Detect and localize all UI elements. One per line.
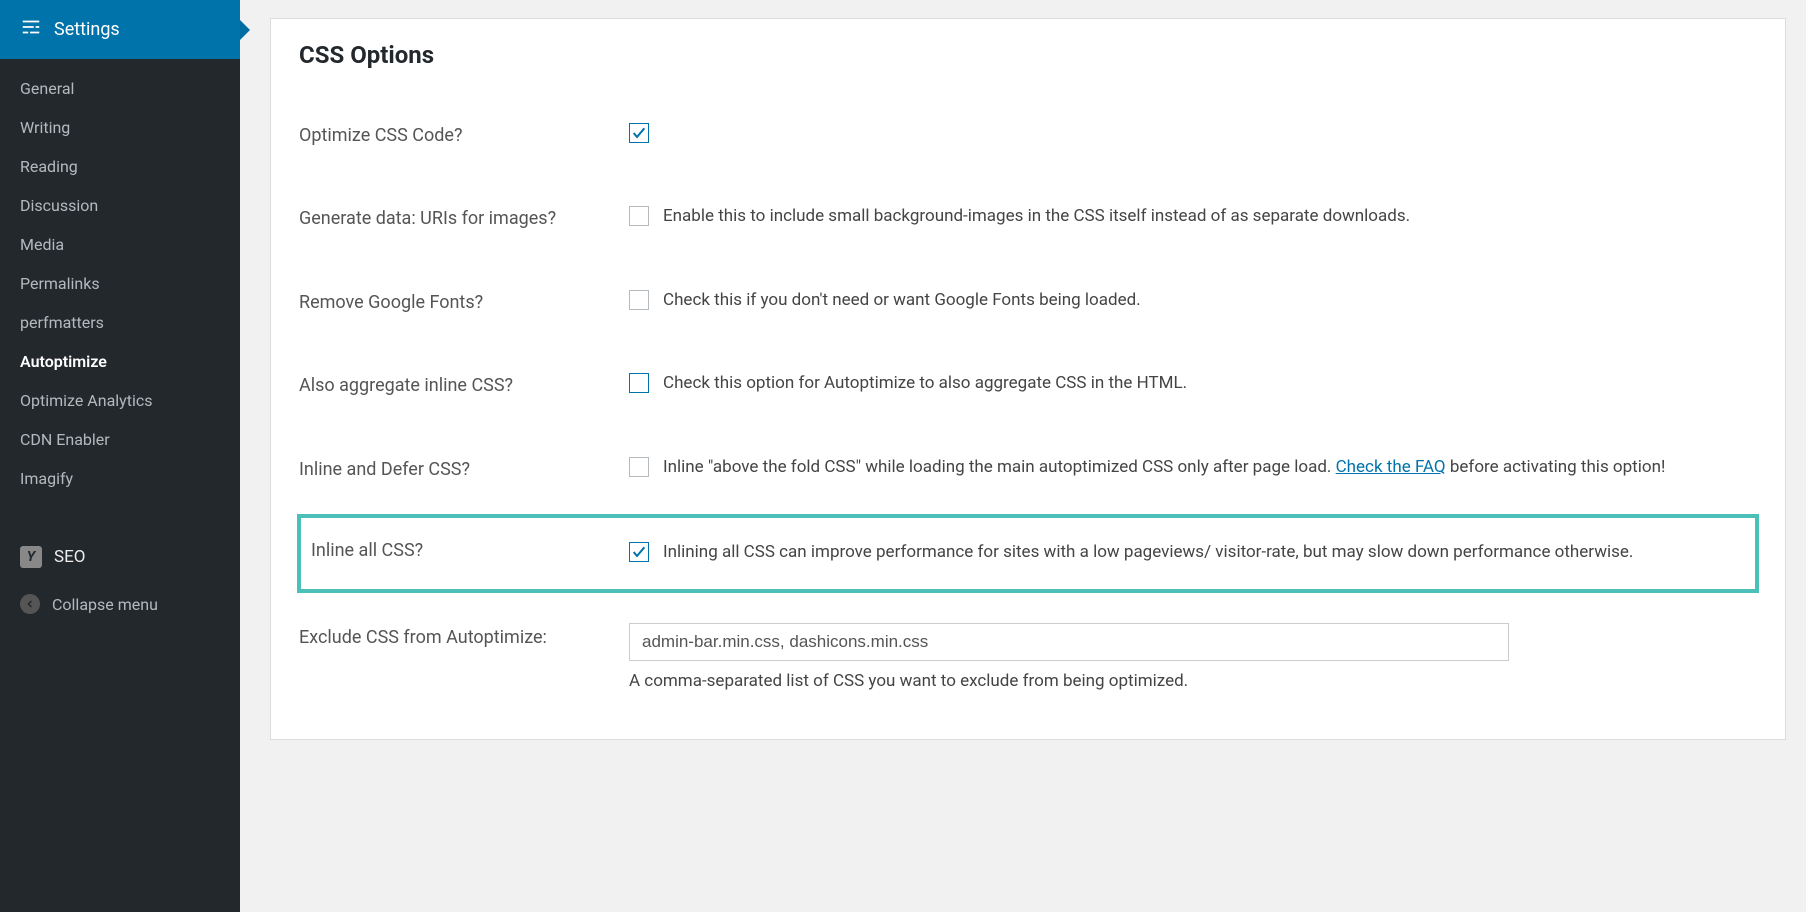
- highlighted-inline-all-row: Inline all CSS? Inlining all CSS can imp…: [299, 516, 1757, 592]
- checkbox-inline-all[interactable]: [629, 542, 649, 562]
- yoast-seo-icon: Y: [20, 546, 42, 568]
- desc-aggregate-inline: Check this option for Autoptimize to als…: [663, 371, 1747, 397]
- sidebar-item-perfmatters[interactable]: perfmatters: [0, 303, 240, 342]
- desc-inline-defer: Inline "above the fold CSS" while loadin…: [663, 455, 1747, 481]
- sidebar-item-writing[interactable]: Writing: [0, 108, 240, 147]
- sidebar-header-label: Settings: [54, 19, 120, 40]
- label-data-uris: Generate data: URIs for images?: [299, 190, 629, 274]
- collapse-menu-button[interactable]: Collapse menu: [0, 580, 240, 628]
- exclude-css-input[interactable]: [629, 623, 1509, 661]
- sidebar-item-imagify[interactable]: Imagify: [0, 459, 240, 498]
- desc-remove-gfonts: Check this if you don't need or want Goo…: [663, 288, 1747, 314]
- desc-data-uris: Enable this to include small background-…: [663, 204, 1747, 230]
- collapse-arrow-icon: [20, 594, 40, 614]
- label-exclude-css: Exclude CSS from Autoptimize:: [299, 609, 629, 709]
- sidebar-item-cdn-enabler[interactable]: CDN Enabler: [0, 420, 240, 459]
- sidebar-item-permalinks[interactable]: Permalinks: [0, 264, 240, 303]
- sidebar-item-media[interactable]: Media: [0, 225, 240, 264]
- main-content: CSS Options Optimize CSS Code? Generate …: [240, 0, 1806, 912]
- sidebar-item-reading[interactable]: Reading: [0, 147, 240, 186]
- css-options-panel: CSS Options Optimize CSS Code? Generate …: [270, 18, 1786, 740]
- sidebar-item-optimize-analytics[interactable]: Optimize Analytics: [0, 381, 240, 420]
- panel-title: CSS Options: [299, 41, 1757, 69]
- admin-sidebar: Settings General Writing Reading Discuss…: [0, 0, 240, 912]
- sidebar-item-seo[interactable]: Y SEO: [0, 534, 240, 580]
- checkbox-aggregate-inline[interactable]: [629, 373, 649, 393]
- sidebar-header-settings[interactable]: Settings: [0, 0, 240, 59]
- label-optimize-css: Optimize CSS Code?: [299, 107, 629, 190]
- checkbox-data-uris[interactable]: [629, 206, 649, 226]
- sidebar-item-autoptimize[interactable]: Autoptimize: [0, 342, 240, 381]
- checkbox-optimize-css[interactable]: [629, 123, 649, 143]
- exclude-css-help: A comma-separated list of CSS you want t…: [629, 669, 1747, 695]
- sidebar-submenu: General Writing Reading Discussion Media…: [0, 59, 240, 508]
- desc-inline-all: Inlining all CSS can improve performance…: [663, 540, 1747, 566]
- css-options-form: Optimize CSS Code? Generate data: URIs f…: [299, 107, 1757, 709]
- faq-link[interactable]: Check the FAQ: [1336, 457, 1446, 477]
- sidebar-item-general[interactable]: General: [0, 69, 240, 108]
- checkbox-remove-gfonts[interactable]: [629, 290, 649, 310]
- label-inline-defer: Inline and Defer CSS?: [299, 441, 629, 498]
- checkbox-inline-defer[interactable]: [629, 457, 649, 477]
- settings-sliders-icon: [20, 16, 42, 43]
- label-remove-gfonts: Remove Google Fonts?: [299, 274, 629, 358]
- label-aggregate-inline: Also aggregate inline CSS?: [299, 357, 629, 441]
- label-inline-all: Inline all CSS?: [299, 516, 629, 592]
- sidebar-item-discussion[interactable]: Discussion: [0, 186, 240, 225]
